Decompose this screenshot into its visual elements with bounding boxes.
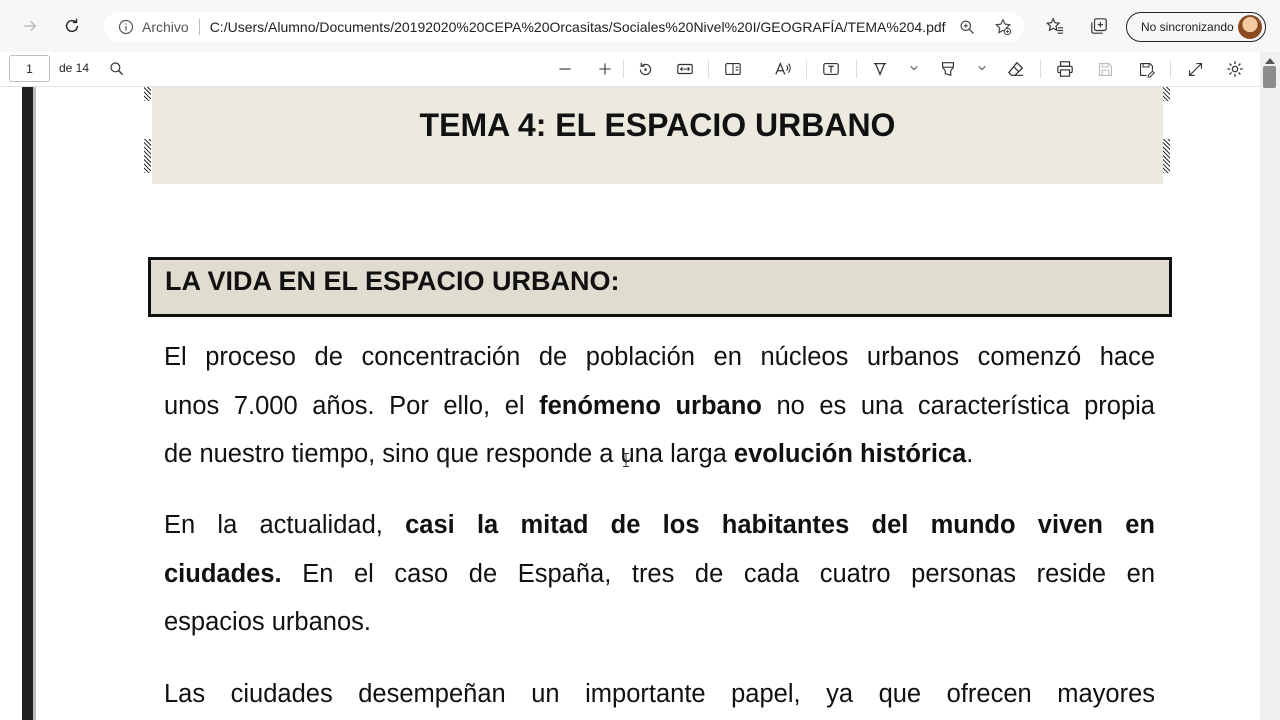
- frame-corner: [1163, 139, 1170, 173]
- toolbar-divider: [806, 60, 807, 78]
- refresh-icon: [65, 18, 79, 33]
- page-title: TEMA 4: EL ESPACIO URBANO: [419, 107, 896, 143]
- collections-icon[interactable]: [1087, 14, 1111, 38]
- vertical-scrollbar[interactable]: [1260, 52, 1280, 720]
- refresh-button[interactable]: [58, 12, 86, 40]
- save-icon[interactable]: [1094, 58, 1116, 80]
- pdf-viewport[interactable]: TEMA 4: EL ESPACIO URBANO LA VIDA EN EL …: [0, 87, 1260, 720]
- address-url[interactable]: C:/Users/Alumno/Documents/20192020%20CEP…: [210, 19, 946, 35]
- read-aloud-icon[interactable]: [772, 58, 794, 80]
- save-as-icon[interactable]: [1135, 58, 1157, 80]
- profile-sync-button[interactable]: No sincronizando: [1126, 12, 1266, 42]
- text-cursor-icon: [623, 453, 629, 467]
- frame-corner: [144, 139, 151, 173]
- toolbar-divider: [856, 60, 857, 78]
- add-text-icon[interactable]: [820, 58, 842, 80]
- zoom-in-icon[interactable]: [594, 58, 616, 80]
- print-icon[interactable]: [1054, 58, 1076, 80]
- section-heading-box: LA VIDA EN EL ESPACIO URBANO:: [148, 257, 1172, 317]
- chevron-down-icon[interactable]: [907, 61, 921, 75]
- toolbar-divider: [1040, 60, 1041, 78]
- zoom-icon[interactable]: [956, 16, 978, 38]
- rotate-icon[interactable]: [634, 58, 656, 80]
- page-count-label: de 14: [59, 61, 90, 75]
- text-line: Las ciudades desempeñan un importante pa…: [164, 680, 1155, 708]
- scrollbar-thumb[interactable]: [1263, 66, 1276, 88]
- page-view-icon[interactable]: [722, 58, 744, 80]
- paragraph-3: Las ciudades desempeñan un importante pa…: [164, 670, 1155, 719]
- toolbar-divider: [623, 60, 624, 78]
- address-bar[interactable]: Archivo C:/Users/Alumno/Documents/201920…: [104, 12, 1024, 42]
- highlight-icon[interactable]: [937, 58, 959, 80]
- page-left-shadow: [33, 87, 36, 720]
- pdf-toolbar: 1 de 14: [0, 52, 1280, 87]
- scroll-up-arrow-icon[interactable]: [1265, 58, 1275, 64]
- frame-corner: [1163, 87, 1170, 101]
- zoom-out-icon[interactable]: [554, 58, 576, 80]
- text-line: En la actualidad, casi la mitad de los h…: [164, 511, 1155, 539]
- address-scheme-label: Archivo: [142, 19, 189, 35]
- toolbar-divider: [1170, 60, 1171, 78]
- arrow-right-icon: [23, 20, 37, 32]
- text-line: ciudades. En el caso de España, tres de …: [164, 559, 1155, 588]
- forward-button[interactable]: [16, 12, 44, 40]
- settings-gear-icon[interactable]: [1224, 58, 1246, 80]
- section-heading: LA VIDA EN EL ESPACIO URBANO:: [165, 266, 620, 296]
- sync-status-label: No sincronizando: [1141, 20, 1234, 34]
- frame-corner: [144, 87, 151, 101]
- address-divider: [198, 19, 200, 35]
- chevron-down-icon[interactable]: [975, 61, 989, 75]
- fullscreen-icon[interactable]: [1184, 58, 1206, 80]
- favorites-icon[interactable]: [1043, 14, 1067, 38]
- text-line: de nuestro tiempo, sino que responde a u…: [164, 440, 974, 468]
- avatar: [1238, 15, 1262, 39]
- fit-width-icon[interactable]: [674, 58, 696, 80]
- search-icon[interactable]: [106, 58, 128, 80]
- info-icon[interactable]: [118, 19, 134, 35]
- page-left-border: [22, 87, 33, 720]
- paragraph-2: En la actualidad, casi la mitad de los h…: [164, 501, 1155, 647]
- text-line: espacios urbanos.: [164, 608, 371, 636]
- page-number-input[interactable]: 1: [9, 55, 50, 82]
- text-line: El proceso de concentración de población…: [164, 343, 1155, 371]
- page-gutter: [0, 87, 22, 720]
- title-banner: TEMA 4: EL ESPACIO URBANO: [152, 87, 1163, 184]
- text-line: unos 7.000 años. Por ello, el fenómeno u…: [164, 391, 1155, 420]
- draw-icon[interactable]: [869, 58, 891, 80]
- browser-toolbar: Archivo C:/Users/Alumno/Documents/201920…: [0, 0, 1280, 52]
- eraser-icon[interactable]: [1005, 58, 1027, 80]
- toolbar-divider: [708, 60, 709, 78]
- add-favorite-icon[interactable]: [992, 16, 1014, 38]
- paragraph-1: El proceso de concentración de población…: [164, 333, 1155, 479]
